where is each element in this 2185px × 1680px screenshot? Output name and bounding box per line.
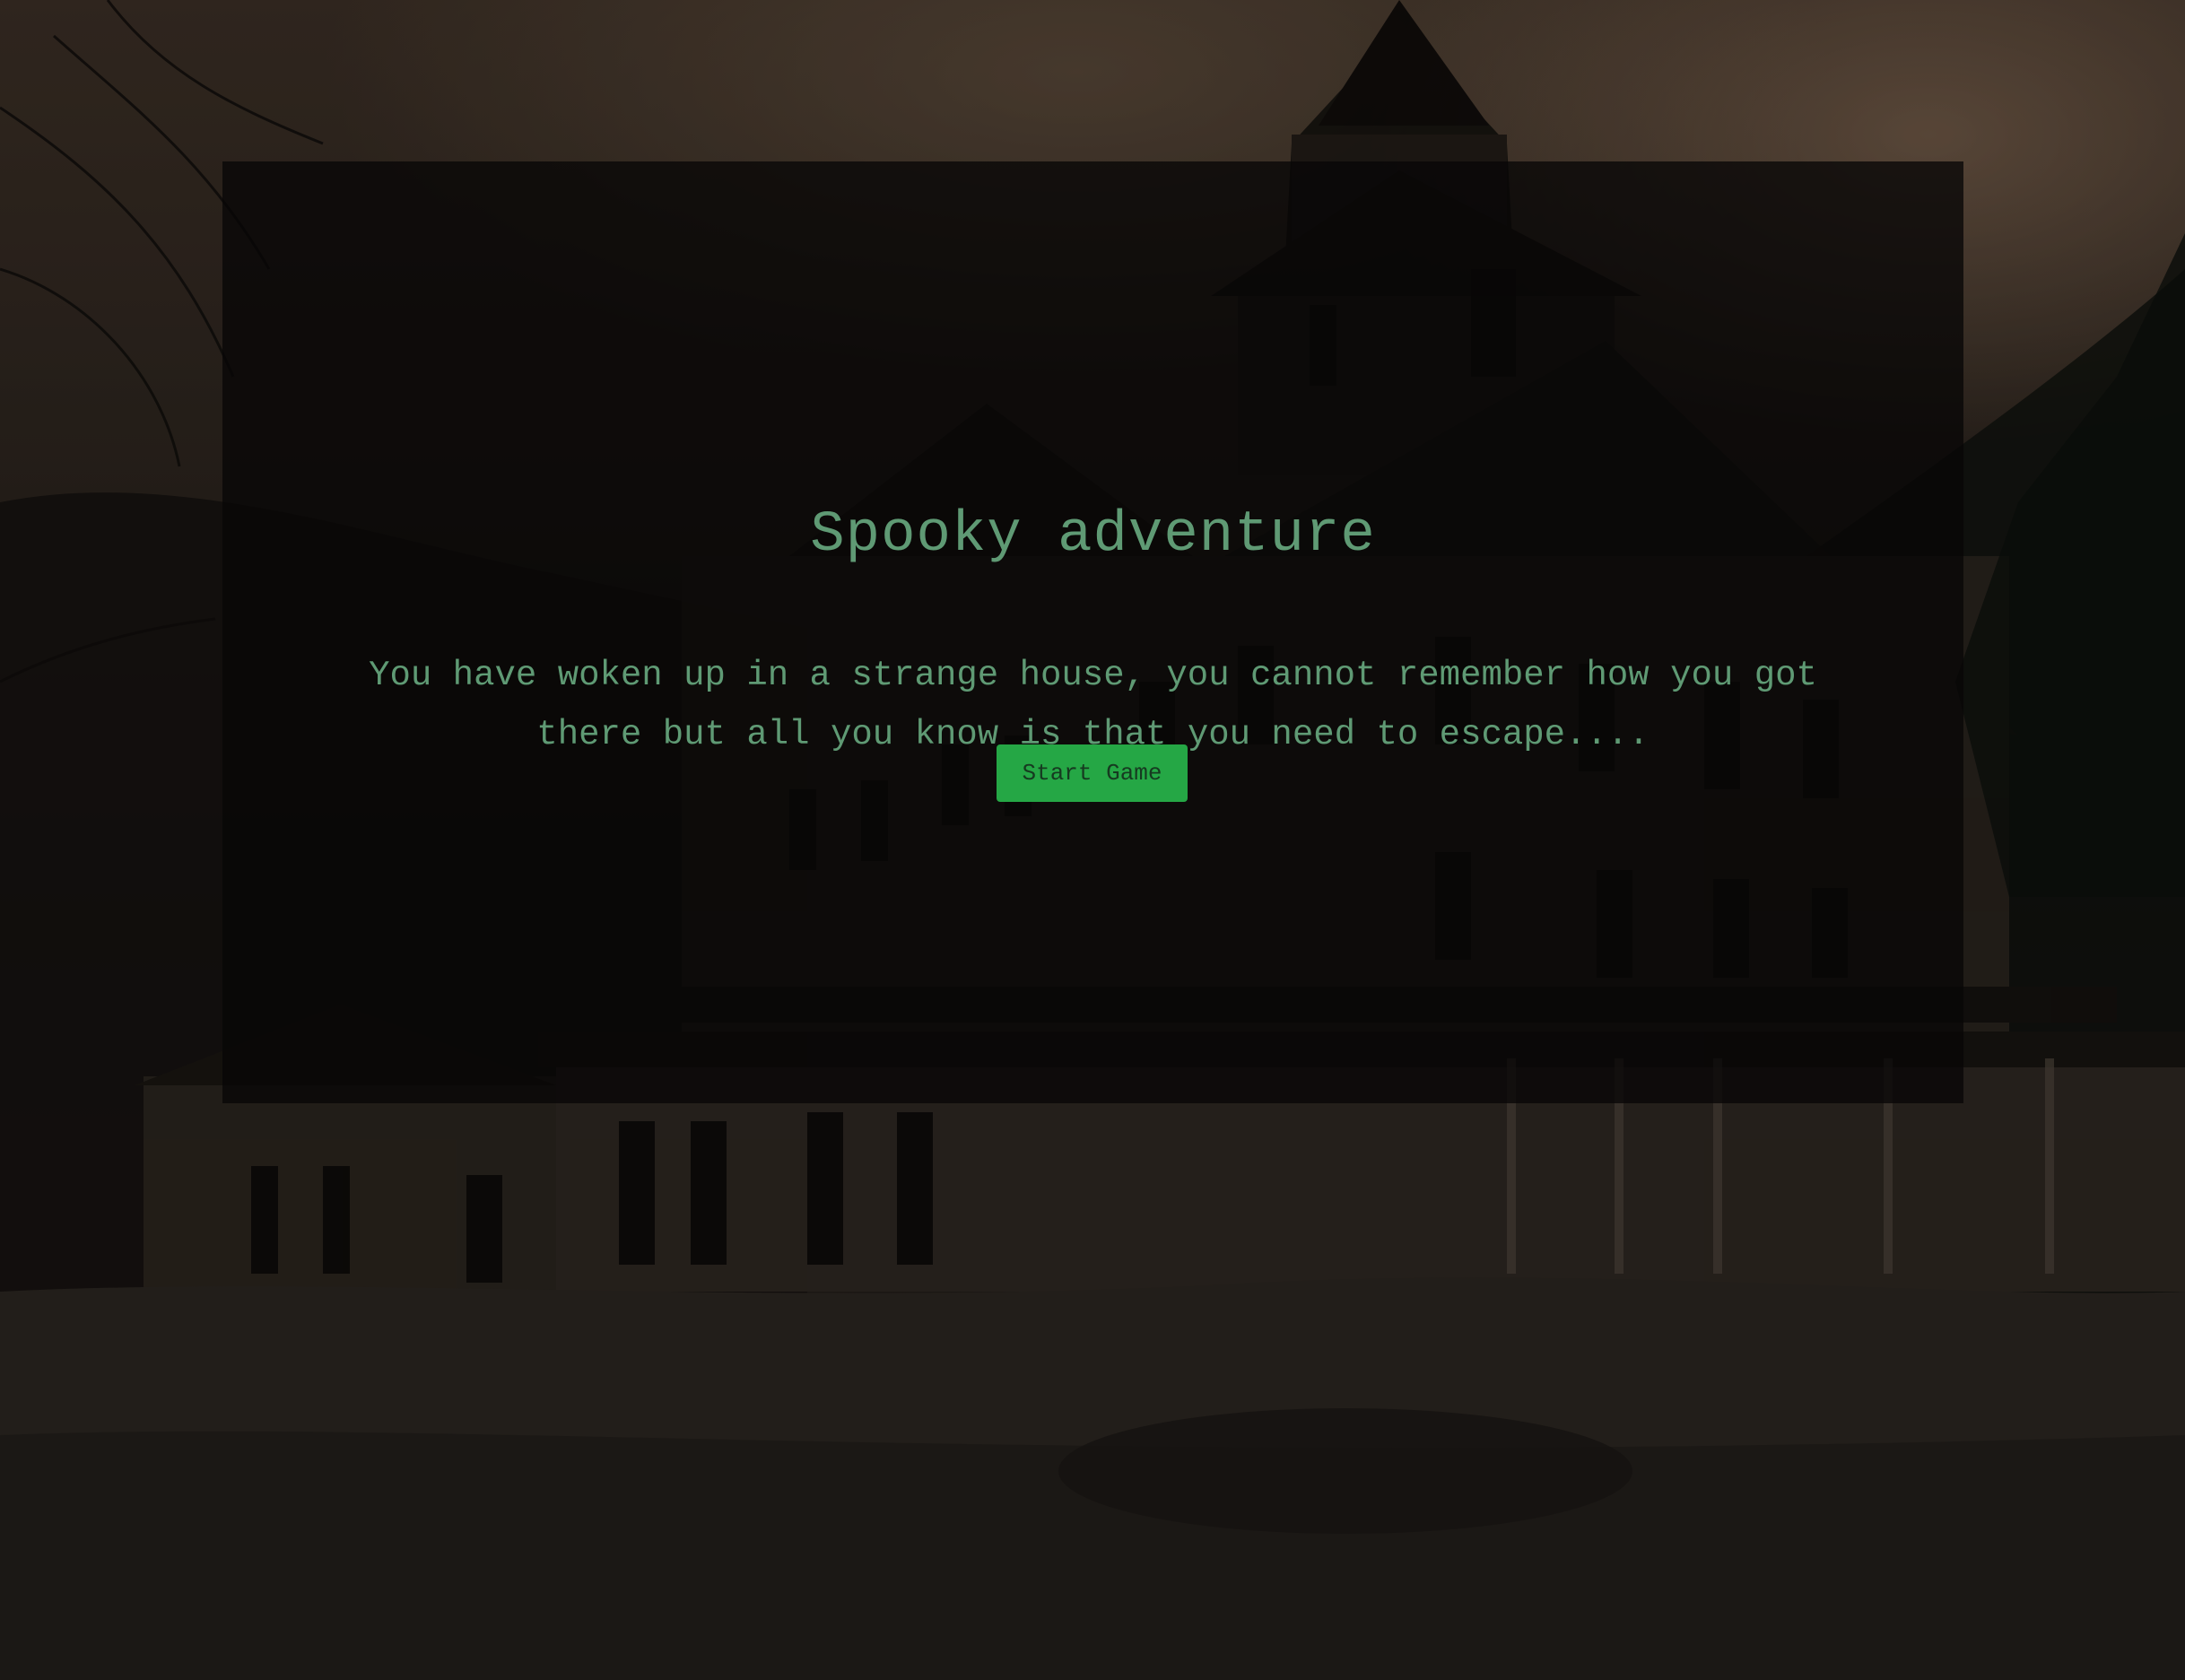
start-game-button[interactable]: Start Game — [997, 744, 1188, 802]
game-title: Spooky adventure — [810, 503, 1376, 568]
game-intro-panel: Spooky adventure You have woken up in a … — [222, 161, 1963, 1103]
